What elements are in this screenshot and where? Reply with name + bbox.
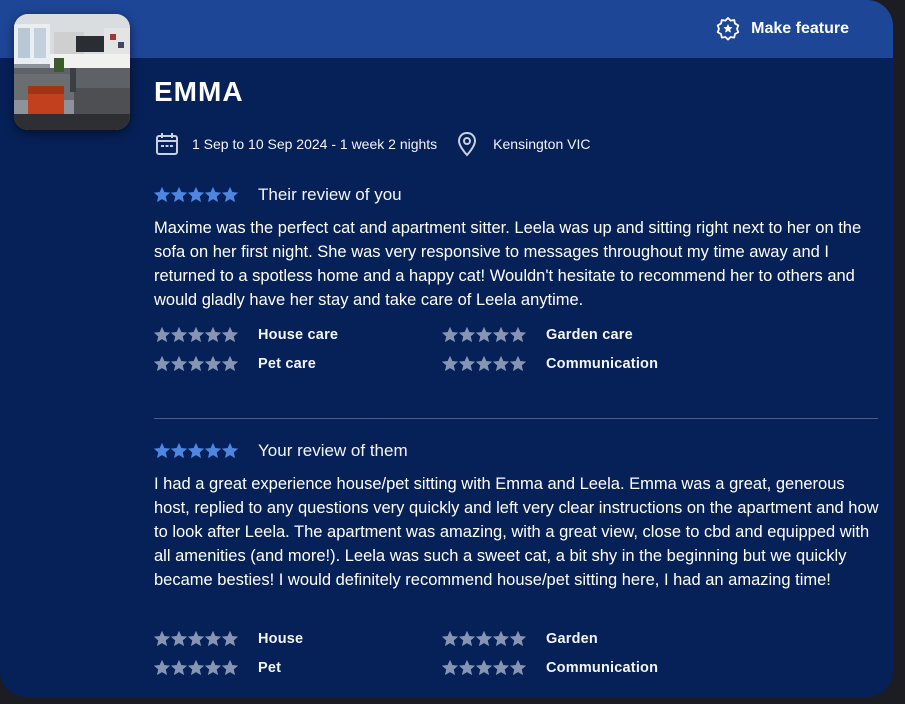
section-divider <box>154 418 878 419</box>
your-review-title: Your review of them <box>258 441 408 460</box>
living-room-image <box>14 14 130 130</box>
make-feature-button[interactable]: Make feature <box>715 15 849 43</box>
star-icon <box>205 443 221 459</box>
star-icon <box>476 356 492 372</box>
pet-care-label: Pet care <box>258 356 317 372</box>
garden-care-label: Garden care <box>546 327 633 343</box>
pet-stars <box>154 660 238 676</box>
star-icon <box>171 187 187 203</box>
star-icon <box>205 631 221 647</box>
your-rating-communication: Communication <box>442 660 658 676</box>
their-review-header: Their review of you <box>154 185 402 205</box>
stay-info-row: 1 Sep to 10 Sep 2024 - 1 week 2 nights K… <box>154 130 590 158</box>
star-icon <box>493 327 509 343</box>
your-review-header: Your review of them <box>154 441 408 461</box>
their-rating-pet-care: Pet care <box>154 356 316 372</box>
star-icon <box>188 631 204 647</box>
star-icon <box>171 356 187 372</box>
star-icon <box>222 356 238 372</box>
garden-label: Garden <box>546 631 598 647</box>
star-icon <box>188 187 204 203</box>
star-badge-icon <box>716 17 740 41</box>
star-icon <box>154 187 170 203</box>
star-icon <box>476 327 492 343</box>
their-rating-house-care: House care <box>154 327 338 343</box>
star-icon <box>205 356 221 372</box>
house-care-label: House care <box>258 327 339 343</box>
make-feature-label: Make feature <box>751 20 849 37</box>
star-icon <box>205 327 221 343</box>
star-icon <box>476 660 492 676</box>
star-icon <box>188 356 204 372</box>
star-icon <box>154 327 170 343</box>
star-icon <box>459 631 475 647</box>
their-review-text: Maxime was the perfect cat and apartment… <box>154 219 862 309</box>
star-icon <box>188 443 204 459</box>
star-icon <box>222 187 238 203</box>
star-icon <box>205 187 221 203</box>
house-stars <box>154 631 238 647</box>
star-icon <box>222 631 238 647</box>
your-rating-garden: Garden <box>442 631 598 647</box>
star-icon <box>154 660 170 676</box>
host-photo[interactable] <box>14 14 130 130</box>
communication-stars <box>442 660 526 676</box>
your-review-text: I had a great experience house/pet sitti… <box>154 475 879 589</box>
star-icon <box>442 356 458 372</box>
card-header-bar: Make feature <box>0 0 893 58</box>
their-rating-communication: Communication <box>442 356 658 372</box>
their-rating-garden-care: Garden care <box>442 327 633 343</box>
star-icon <box>188 660 204 676</box>
calendar-icon <box>156 133 178 155</box>
star-icon <box>154 356 170 372</box>
your-rating-house: House <box>154 631 303 647</box>
star-icon <box>171 631 187 647</box>
house-care-stars <box>154 327 238 343</box>
star-icon <box>205 660 221 676</box>
your-rating-pet: Pet <box>154 660 281 676</box>
their-review-title: Their review of you <box>258 185 402 204</box>
star-icon <box>442 327 458 343</box>
star-icon <box>510 327 526 343</box>
star-icon <box>493 356 509 372</box>
star-icon <box>222 660 238 676</box>
star-icon <box>188 327 204 343</box>
star-icon <box>442 631 458 647</box>
star-icon <box>459 327 475 343</box>
star-icon <box>222 443 238 459</box>
star-icon <box>493 631 509 647</box>
their-review-overall-stars <box>154 187 238 203</box>
stay-location: Kensington VIC <box>493 136 591 152</box>
house-label: House <box>258 631 304 647</box>
pet-label: Pet <box>258 660 282 676</box>
your-review-overall-stars <box>154 443 238 459</box>
star-icon <box>154 443 170 459</box>
star-icon <box>459 356 475 372</box>
star-icon <box>510 631 526 647</box>
review-card: Make feature EMMA 1 Sep to 10 Sep 2024 -… <box>0 0 893 697</box>
location-pin-icon <box>458 131 477 157</box>
star-icon <box>171 443 187 459</box>
host-name: EMMA <box>154 76 244 107</box>
garden-care-stars <box>442 327 526 343</box>
star-icon <box>171 660 187 676</box>
star-icon <box>171 327 187 343</box>
star-icon <box>222 327 238 343</box>
star-icon <box>476 631 492 647</box>
communication-label: Communication <box>546 356 659 372</box>
communication-label: Communication <box>546 660 659 676</box>
star-icon <box>510 660 526 676</box>
garden-stars <box>442 631 526 647</box>
star-icon <box>459 660 475 676</box>
stay-dates: 1 Sep to 10 Sep 2024 - 1 week 2 nights <box>192 136 438 152</box>
communication-stars <box>442 356 526 372</box>
star-icon <box>154 631 170 647</box>
star-icon <box>442 660 458 676</box>
star-icon <box>493 660 509 676</box>
pet-care-stars <box>154 356 238 372</box>
star-icon <box>510 356 526 372</box>
